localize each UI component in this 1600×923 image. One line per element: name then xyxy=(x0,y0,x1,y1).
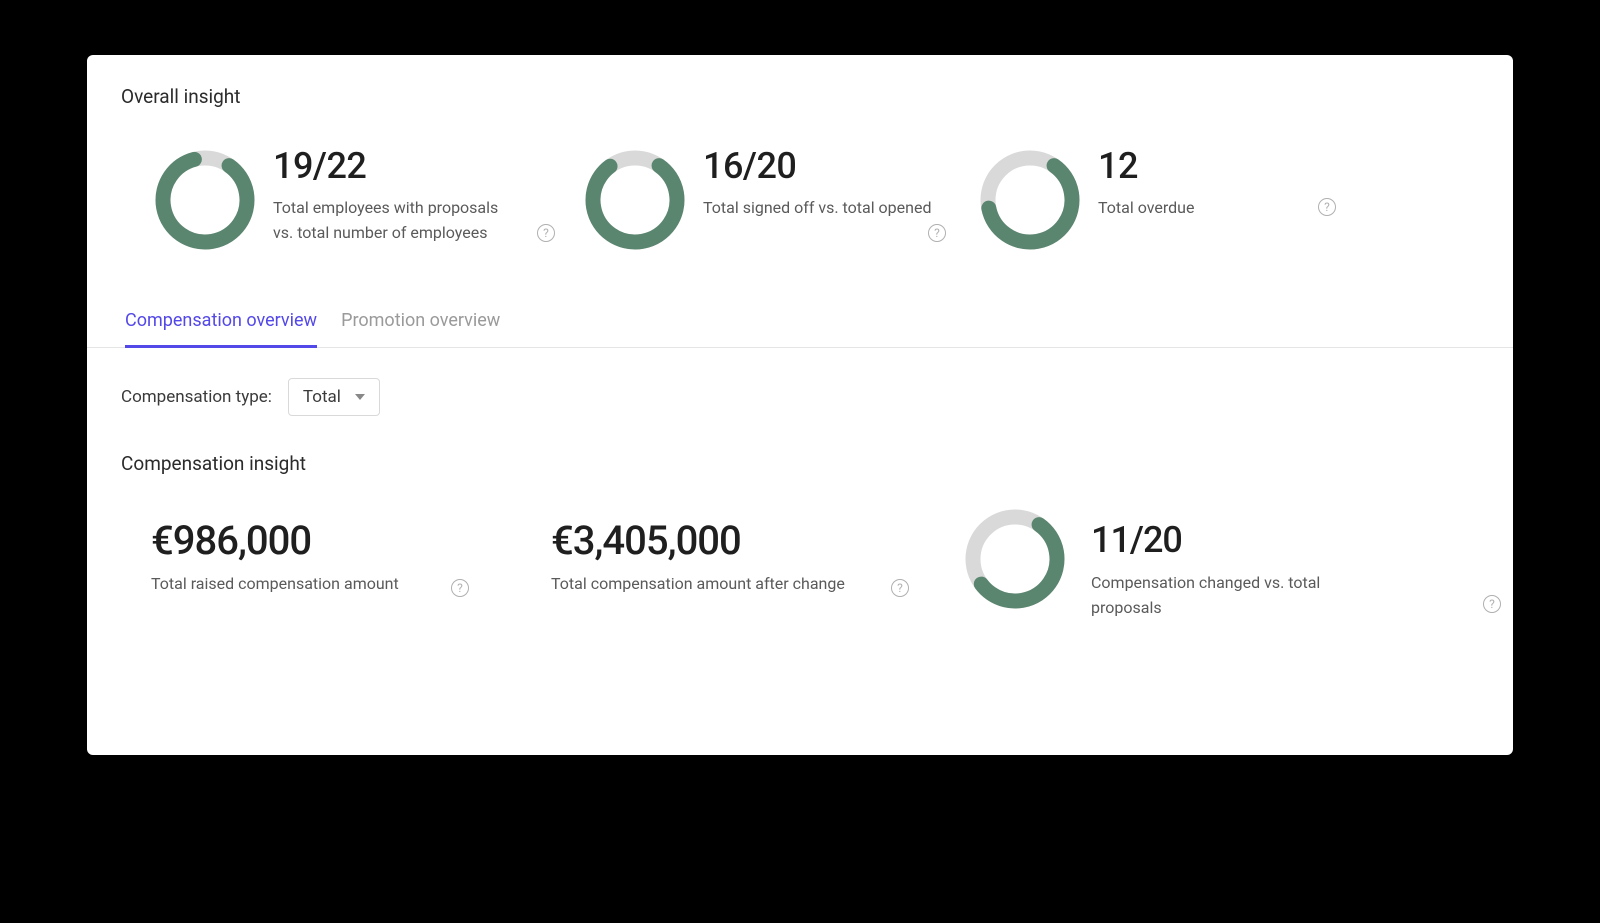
comp-desc: Total raised compensation amount xyxy=(151,574,551,593)
select-value: Total xyxy=(303,387,341,407)
dashboard-panel: Overall insight 19/22 Total employees wi… xyxy=(87,55,1513,755)
comp-card-raised: €986,000 Total raised compensation amoun… xyxy=(151,517,551,625)
donut-changed xyxy=(961,505,1069,613)
overall-insight-row: 19/22 Total employees with proposals vs.… xyxy=(121,146,1479,254)
comp-value: €986,000 xyxy=(151,517,551,564)
help-icon[interactable] xyxy=(537,224,555,242)
help-icon[interactable] xyxy=(1318,198,1336,216)
chevron-down-icon xyxy=(355,394,365,400)
overall-insight-title: Overall insight xyxy=(121,85,1479,108)
donut-signedoff xyxy=(581,146,689,254)
insight-card-signedoff: 16/20 Total signed off vs. total opened xyxy=(581,146,976,254)
comp-desc: Compensation changed vs. total proposals xyxy=(1091,571,1321,621)
insight-card-overdue: 12 Total overdue xyxy=(976,146,1336,254)
tab-compensation-overview[interactable]: Compensation overview xyxy=(125,304,317,348)
tab-promotion-overview[interactable]: Promotion overview xyxy=(341,304,500,348)
comp-card-after-change: €3,405,000 Total compensation amount aft… xyxy=(551,517,961,625)
comp-card-changed-vs-proposals: 11/20 Compensation changed vs. total pro… xyxy=(961,517,1321,625)
help-icon[interactable] xyxy=(451,579,469,597)
tabs: Compensation overview Promotion overview xyxy=(87,304,1513,348)
insight-value: 12 xyxy=(1098,148,1194,186)
insight-value: 16/20 xyxy=(703,148,932,186)
comp-value: €3,405,000 xyxy=(551,517,961,564)
help-icon[interactable] xyxy=(928,224,946,242)
donut-proposals xyxy=(151,146,259,254)
help-icon[interactable] xyxy=(1483,595,1501,613)
comp-value: 11/20 xyxy=(1091,519,1321,561)
insight-card-proposals: 19/22 Total employees with proposals vs.… xyxy=(151,146,581,254)
compensation-insight-row: €986,000 Total raised compensation amoun… xyxy=(121,513,1479,625)
insight-desc: Total employees with proposals vs. total… xyxy=(273,196,503,246)
insight-value: 19/22 xyxy=(273,148,503,186)
insight-desc: Total overdue xyxy=(1098,196,1194,221)
filter-row: Compensation type: Total xyxy=(121,378,1479,416)
compensation-type-select[interactable]: Total xyxy=(288,378,380,416)
compensation-insight-title: Compensation insight xyxy=(121,452,1479,475)
insight-desc: Total signed off vs. total opened xyxy=(703,196,932,221)
compensation-type-label: Compensation type: xyxy=(121,387,272,407)
help-icon[interactable] xyxy=(891,579,909,597)
donut-overdue xyxy=(976,146,1084,254)
